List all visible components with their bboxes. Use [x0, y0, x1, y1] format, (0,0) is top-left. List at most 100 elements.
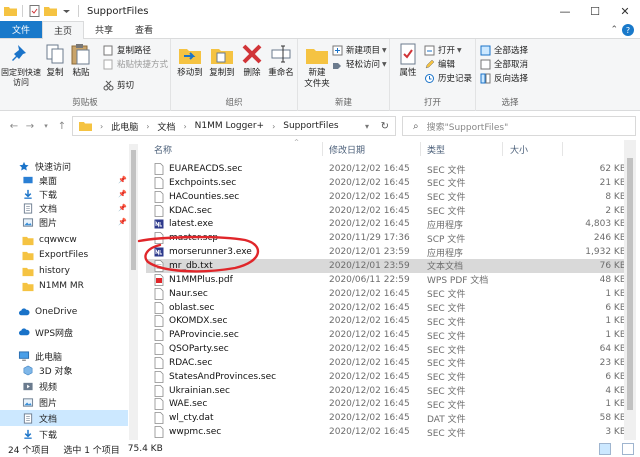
file-list-scrollbar-thumb[interactable]	[627, 158, 633, 410]
file-row[interactable]: Ukrainian.sec 2020/12/02 16:45 SEC 文件 4 KB	[146, 384, 626, 398]
customize-dropdown-icon[interactable]	[60, 5, 73, 17]
file-row[interactable]: QSOParty.sec 2020/12/02 16:45 SEC 文件 64 KB	[146, 342, 626, 356]
column-name[interactable]: 名称	[154, 143, 172, 156]
up-arrow-icon[interactable]: ↑	[54, 121, 70, 132]
file-row[interactable]: PAProvincie.sec 2020/12/02 16:45 SEC 文件 1 K…	[146, 328, 626, 342]
close-button[interactable]: ✕	[610, 0, 640, 22]
breadcrumb-n1mm[interactable]: N1MM Logger+	[195, 121, 264, 131]
edit-button[interactable]: 编辑	[424, 58, 455, 70]
address-bar[interactable]: › 此电脑 › 文档 › N1MM Logger+ › SupportFiles…	[72, 116, 396, 136]
folder-icon	[79, 122, 92, 131]
pin-icon[interactable]: 📌	[118, 190, 127, 198]
chevron-right-icon[interactable]: ›	[100, 122, 103, 131]
file-row[interactable]: oblast.sec 2020/12/02 16:45 SEC 文件 6 KB	[146, 301, 626, 315]
copy-to-button[interactable]: 复制到	[207, 42, 237, 79]
file-row[interactable]: OKOMDX.sec 2020/12/02 16:45 SEC 文件 1 KB	[146, 314, 626, 328]
pin-icon[interactable]: 📌	[118, 176, 127, 184]
nav-item[interactable]: 图片 📌	[0, 214, 128, 230]
nav-item[interactable]: history	[0, 263, 128, 279]
history-button[interactable]: 历史记录	[424, 72, 472, 84]
pin-icon[interactable]: 📌	[118, 218, 127, 226]
open-group-label: 打开	[423, 98, 441, 108]
tab-share[interactable]: 共享	[84, 21, 124, 38]
tab-file[interactable]: 文件	[0, 21, 43, 38]
breadcrumb-supportfiles[interactable]: SupportFiles	[283, 121, 338, 131]
new-folder-button[interactable]: 新建 文件夹	[302, 42, 332, 90]
file-list-scrollbar[interactable]	[624, 140, 636, 440]
open-icon	[424, 45, 435, 55]
nav-item[interactable]: 文档	[0, 410, 128, 426]
file-row[interactable]: HACounties.sec 2020/12/02 16:45 SEC 文件 8 KB	[146, 190, 626, 204]
invert-selection-button[interactable]: 反向选择	[480, 72, 528, 84]
file-size: 21 KB	[599, 177, 626, 188]
file-row[interactable]: StatesAndProvinces.sec 2020/12/02 16:45 SE…	[146, 370, 626, 384]
rename-button[interactable]: 重命名	[267, 42, 295, 79]
large-icons-view-icon[interactable]	[622, 443, 634, 455]
breadcrumb-documents[interactable]: 文档	[157, 120, 175, 133]
open-button[interactable]: 打开 ▼	[424, 44, 462, 56]
chevron-down-icon[interactable]: ▾	[365, 122, 369, 131]
move-to-button[interactable]: 移动到	[175, 42, 205, 79]
select-all-button[interactable]: 全部选择	[480, 44, 528, 56]
nav-item[interactable]: 图片	[0, 394, 128, 410]
nav-scrollbar[interactable]	[129, 144, 138, 440]
tab-home[interactable]: 主页	[42, 21, 85, 39]
cut-button[interactable]: 剪切	[103, 79, 134, 91]
help-icon[interactable]: ?	[622, 24, 634, 36]
maximize-button[interactable]: ☐	[580, 0, 610, 22]
chevron-right-icon[interactable]: ›	[146, 122, 149, 131]
nav-item[interactable]: 视频	[0, 378, 128, 394]
cloud-icon	[18, 327, 30, 335]
file-row[interactable]: N1MMPlus.pdf 2020/06/11 22:59 WPS PDF 文档 48…	[146, 273, 626, 287]
file-row[interactable]: wl_cty.dat 2020/12/02 16:45 DAT 文件 58 KB	[146, 411, 626, 425]
paste-button[interactable]: 粘贴	[70, 42, 92, 79]
copy-button[interactable]: 复制	[44, 42, 66, 79]
paste-shortcut-button[interactable]: 粘贴快捷方式	[103, 58, 168, 70]
file-row[interactable]: morserunner3.exe 2020/12/01 23:59 应用程序 1,93…	[146, 245, 626, 259]
breadcrumb-this-pc[interactable]: 此电脑	[111, 120, 138, 133]
pin-quick-access-button[interactable]: 固定到快速访问	[1, 42, 41, 88]
file-row[interactable]: mr_db.txt 2020/12/01 23:59 文本文档 76 KB	[146, 258, 626, 273]
file-row[interactable]: KDAC.sec 2020/12/02 16:45 SEC 文件 2 KB	[146, 204, 626, 218]
column-type[interactable]: 类型	[427, 143, 445, 156]
nav-item[interactable]: WPS网盘	[0, 324, 128, 340]
column-date[interactable]: 修改日期	[329, 143, 365, 156]
select-none-button[interactable]: 全部取消	[480, 58, 528, 70]
column-size[interactable]: 大小	[510, 143, 528, 156]
tab-view[interactable]: 查看	[124, 21, 164, 38]
nav-item[interactable]: cqwwcw	[0, 232, 128, 248]
chevron-up-icon[interactable]: ⌃	[610, 25, 618, 35]
file-row[interactable]: latest.exe 2020/12/02 16:45 应用程序 4,803 KB	[146, 217, 626, 231]
new-item-button[interactable]: 新建项目 ▼	[332, 44, 387, 56]
easy-access-button[interactable]: 轻松访问 ▼	[332, 58, 387, 70]
details-view-icon[interactable]	[599, 443, 611, 455]
file-row[interactable]: wwpmc.sec 2020/12/02 16:45 SEC 文件 3 KB	[146, 425, 626, 439]
chevron-right-icon[interactable]: ›	[272, 122, 275, 131]
file-date: 2020/12/01 23:59	[329, 247, 410, 258]
delete-button[interactable]: 删除	[241, 42, 263, 79]
properties-icon[interactable]	[28, 5, 41, 17]
nav-scrollbar-thumb[interactable]	[131, 150, 136, 270]
nav-item[interactable]: N1MM MR	[0, 278, 128, 294]
nav-item[interactable]: 下载	[0, 426, 128, 440]
nav-item[interactable]: OneDrive	[0, 304, 128, 320]
file-row[interactable]: Naur.sec 2020/12/02 16:45 SEC 文件 1 KB	[146, 287, 626, 301]
refresh-icon[interactable]: ↻	[381, 121, 389, 132]
file-row[interactable]: master.scp 2020/11/29 17:36 SCP 文件 246 KB	[146, 231, 626, 245]
nav-item[interactable]: 3D 对象	[0, 362, 128, 378]
minimize-button[interactable]: —	[550, 0, 580, 22]
pin-icon[interactable]: 📌	[118, 204, 127, 212]
search-input[interactable]: ⌕ 搜索"SupportFiles"	[402, 116, 636, 136]
properties-button[interactable]: 属性	[394, 42, 422, 79]
chevron-right-icon[interactable]: ›	[183, 122, 186, 131]
back-arrow-icon[interactable]: ←	[6, 121, 22, 132]
recent-dropdown-icon[interactable]: ▾	[38, 122, 54, 130]
file-row[interactable]: Exchpoints.sec 2020/12/02 16:45 SEC 文件 21 K…	[146, 176, 626, 190]
new-folder-icon[interactable]	[44, 5, 57, 17]
forward-arrow-icon[interactable]: →	[22, 121, 38, 132]
file-row[interactable]: RDAC.sec 2020/12/02 16:45 SEC 文件 23 KB	[146, 356, 626, 370]
file-row[interactable]: EUAREACDS.sec 2020/12/02 16:45 SEC 文件 62 KB	[146, 162, 626, 176]
file-row[interactable]: WAE.sec 2020/12/02 16:45 SEC 文件 1 KB	[146, 397, 626, 411]
copy-path-button[interactable]: 复制路径	[103, 44, 151, 56]
nav-item[interactable]: ExportFiles	[0, 247, 128, 263]
